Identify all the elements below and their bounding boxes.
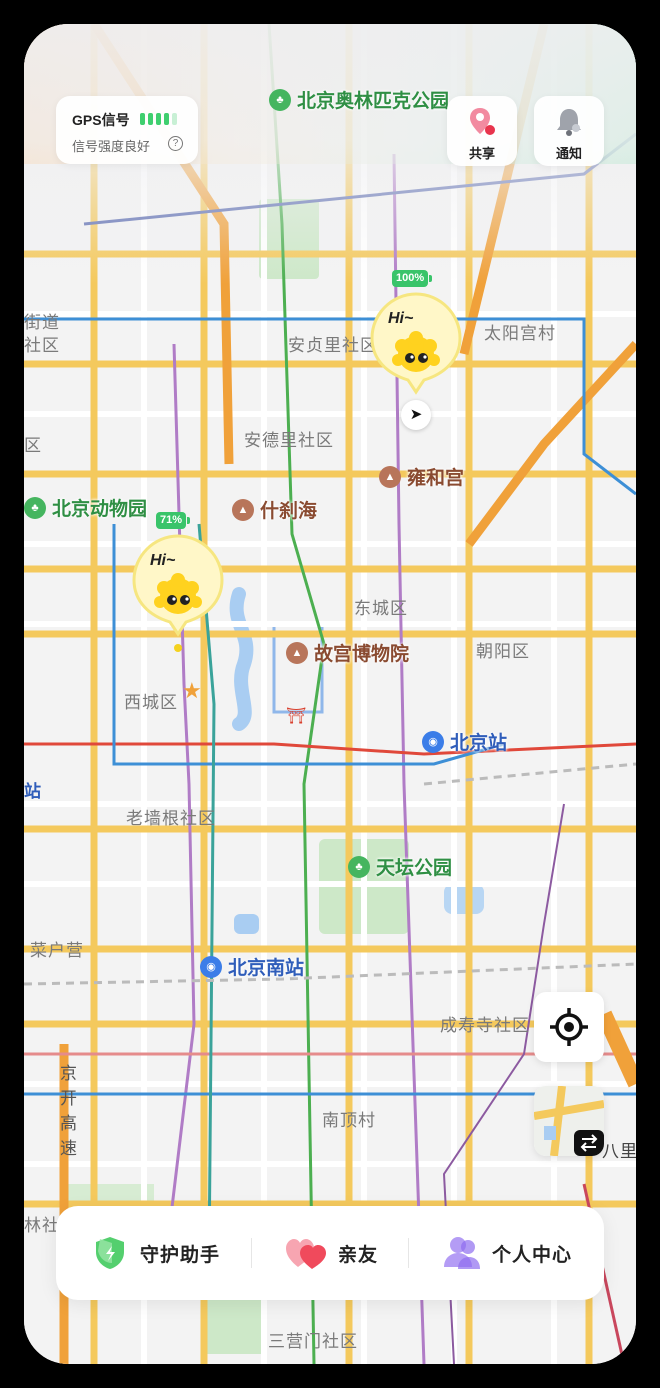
map-label-nandingcun: 南顶村 [322,1111,376,1130]
map-label-highway-su: 速 [60,1139,78,1158]
nav-guard-assistant[interactable]: 守护助手 [90,1206,220,1300]
nav-divider [408,1238,409,1268]
nav-friends[interactable]: 亲友 [284,1206,378,1300]
shield-icon [96,1237,124,1269]
nav-divider [251,1238,252,1268]
poi-temple-of-heaven-label: 天坛公园 [376,858,453,879]
bottom-nav-bar: 守护助手 亲友 个人中心 [56,1206,604,1300]
poi-beijing-south[interactable]: ◉ 北京南站 [200,953,304,980]
poi-shichahai-label: 什刹海 [260,501,318,522]
map-label-jiedao: 街道 [24,313,60,332]
park-pin-icon: ♣ [269,88,291,111]
family-marker-2[interactable]: 71% Hi~ [132,512,224,654]
map-layers-icon [534,1086,604,1156]
phone-frame: ♣ 北京奥林匹克公园 ♣ 北京动物园 ▲ 什刹海 ▲ 雍和宫 ▲ 故宫博物院 ◉… [0,0,660,1388]
locate-me-button[interactable] [534,992,604,1062]
map-label-qu-left: 区 [24,436,42,455]
poi-yonghegong[interactable]: ▲ 雍和宫 [379,463,464,490]
share-location-icon [470,108,495,135]
nav-profile[interactable]: 个人中心 [442,1206,572,1300]
poi-palace-museum[interactable]: ▲ 故宫博物院 [286,639,409,666]
gps-title: GPS信号 [72,112,130,128]
map-label-highway-gao: 高 [60,1114,78,1133]
station-pin-icon: ◉ [422,730,444,753]
poi-olympic-park[interactable]: ♣ 北京奥林匹克公园 [269,86,449,113]
family-marker-1[interactable]: 100% Hi~ ➤ [370,270,462,430]
poi-beijing-south-label: 北京南站 [228,958,305,979]
navigation-arrow-icon: ➤ [401,400,431,430]
map-label-sanyingmen: 三营门社区 [268,1332,358,1351]
poi-palace-museum-label: 故宫博物院 [314,644,410,665]
nav-profile-label: 个人中心 [492,1244,573,1266]
share-button[interactable]: 共享 [447,96,517,166]
battery-badge: 71% [156,512,191,529]
gps-signal-bars-icon [140,113,177,125]
landmark-pin-icon: ▲ [379,465,401,488]
user-profile-icon [444,1237,480,1269]
crosshair-icon [550,1008,588,1046]
park-pin-icon: ♣ [24,496,46,519]
app-screen: ♣ 北京奥林匹克公园 ♣ 北京动物园 ▲ 什刹海 ▲ 雍和宫 ▲ 故宫博物院 ◉… [24,24,636,1364]
map-label-andeli: 安德里社区 [244,431,334,450]
favorite-star-icon[interactable]: ★ [182,678,202,704]
tiananmen-icon: ⛩ [286,708,307,725]
map-label-bali: 八里 [602,1142,636,1161]
map-label-dongcheng: 东城区 [354,599,408,618]
landmark-pin-icon: ▲ [232,498,254,521]
map-label-highway-kai: 开 [60,1089,78,1108]
map-label-caihuying: 菜户营 [30,941,84,960]
location-dot-icon [174,644,182,652]
map-layer-switch-button[interactable] [534,1086,604,1156]
notify-button[interactable]: 通知 [534,96,604,166]
bell-icon [557,109,581,136]
gps-status-card[interactable]: GPS信号 信号强度良好 ? [56,96,198,164]
map-label-highway-jing: 京 [60,1064,78,1083]
map-label-shequ-left: 社区 [24,336,60,355]
poi-yonghegong-label: 雍和宫 [407,468,465,489]
map-label-zhan-left: 站 [24,782,42,801]
map-label-taiyanggong: 太阳宫村 [484,324,556,343]
station-pin-icon: ◉ [200,955,222,978]
map-label-chaoyang: 朝阳区 [476,642,530,661]
avatar-bubble-icon [132,534,224,637]
share-label: 共享 [468,146,495,161]
poi-beijing-station-label: 北京站 [450,733,508,754]
marker-greeting: Hi~ [388,310,414,327]
poi-zoo[interactable]: ♣ 北京动物园 [24,494,147,521]
hearts-icon [286,1239,326,1269]
gps-subtitle: 信号强度良好 [72,139,151,154]
marker-greeting: Hi~ [150,552,176,569]
landmark-pin-icon: ▲ [286,641,308,664]
nav-friends-label: 亲友 [338,1244,379,1266]
notify-label: 通知 [555,146,582,161]
help-icon[interactable]: ? [168,136,183,151]
nav-guard-label: 守护助手 [140,1244,221,1266]
poi-olympic-park-label: 北京奥林匹克公园 [297,91,450,112]
map-label-anzhenli: 安贞里社区 [288,336,378,355]
poi-shichahai[interactable]: ▲ 什刹海 [232,496,317,523]
map-label-laoqianggen: 老墙根社区 [126,809,216,828]
poi-beijing-station[interactable]: ◉ 北京站 [422,728,507,755]
poi-temple-of-heaven[interactable]: ♣ 天坛公园 [348,853,452,880]
battery-badge: 100% [392,270,433,287]
park-pin-icon: ♣ [348,855,370,878]
map-label-chengshousi: 成寿寺社区 [440,1016,530,1035]
map-label-xicheng: 西城区 [124,693,178,712]
avatar-bubble-icon [370,292,462,395]
